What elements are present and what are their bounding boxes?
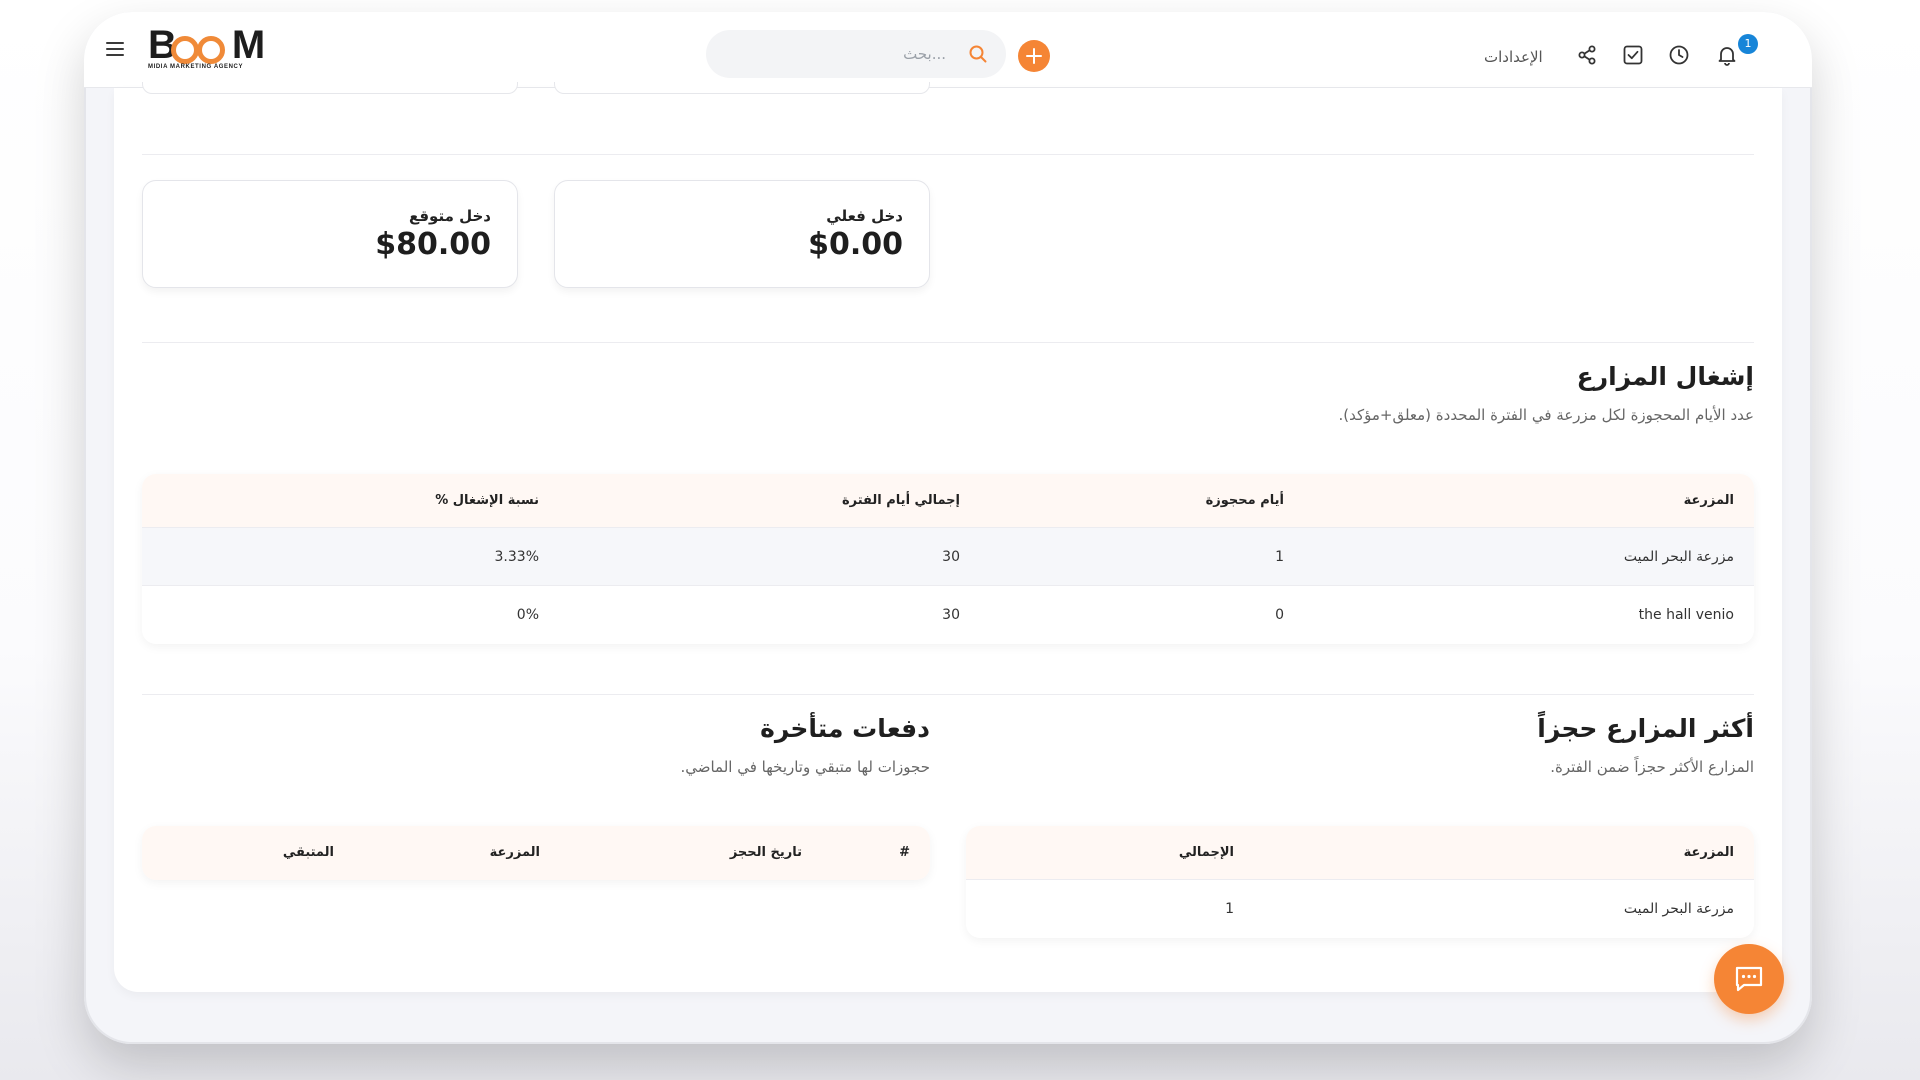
- column-header-farm[interactable]: المزرعة: [1684, 474, 1734, 528]
- occupancy-rate: 0%: [516, 607, 539, 623]
- top-farms-title: أكثر المزارع حجزاً: [1537, 714, 1754, 743]
- occupancy-subtitle: عدد الأيام المحجوزة لكل مزرعة في الفترة …: [1338, 406, 1754, 424]
- notification-count-badge: 1: [1738, 34, 1758, 54]
- expected-income-value: $80.00: [375, 227, 491, 262]
- occupancy-rate: 3.33%: [494, 549, 539, 565]
- occupancy-title: إشغال المزارع: [1576, 362, 1754, 391]
- actual-income-value: $0.00: [808, 227, 903, 262]
- column-header-occupancy-rate[interactable]: نسبة الإشغال %: [435, 474, 539, 528]
- table-row: مزرعة البحر الميت 1: [966, 880, 1754, 938]
- divider: [142, 154, 1754, 155]
- table-header: # تاريخ الحجز المزرعة المتبقي: [142, 826, 930, 880]
- column-header-booking-date[interactable]: تاريخ الحجز: [730, 826, 802, 880]
- table-row: مزرعة البحر الميت 1 30 3.33%: [142, 528, 1754, 586]
- hamburger-menu-icon[interactable]: [106, 42, 124, 56]
- app-window: BM MIDIA MARKETING AGENCY الإعدادات: [84, 12, 1812, 1044]
- share-icon[interactable]: [1576, 44, 1598, 66]
- dashboard-content: دخل متوقع $80.00 دخل فعلي $0.00 إشغال ال…: [114, 82, 1782, 992]
- brand-tagline: MIDIA MARKETING AGENCY: [148, 64, 244, 70]
- top-farms-subtitle: المزارع الأكثر حجزاً ضمن الفترة.: [1550, 758, 1754, 776]
- column-header-index[interactable]: #: [899, 826, 910, 880]
- column-header-farm[interactable]: المزرعة: [1684, 826, 1734, 880]
- late-payments-subtitle: حجوزات لها متبقي وتاريخها في الماضي.: [680, 758, 930, 776]
- brand-logo[interactable]: BM MIDIA MARKETING AGENCY: [148, 22, 278, 72]
- farm-name: the hall venio: [1638, 607, 1734, 623]
- total-days: 30: [942, 607, 960, 623]
- column-header-total[interactable]: الإجمالي: [1179, 826, 1234, 880]
- search-icon[interactable]: [968, 44, 988, 64]
- column-header-remaining[interactable]: المتبقي: [283, 826, 334, 880]
- table-header: المزرعة الإجمالي: [966, 826, 1754, 880]
- divider: [142, 694, 1754, 695]
- late-payments-title: دفعات متأخرة: [760, 714, 930, 743]
- table-row: the hall venio 0 30 0%: [142, 586, 1754, 644]
- actual-income-card: دخل فعلي $0.00: [554, 180, 930, 288]
- task-checkbox-icon[interactable]: [1622, 44, 1644, 66]
- table-header: المزرعة أيام محجوزة إجمالي أيام الفترة ن…: [142, 474, 1754, 528]
- top-farms-table: المزرعة الإجمالي مزرعة البحر الميت 1: [966, 826, 1754, 938]
- occupancy-table: المزرعة أيام محجوزة إجمالي أيام الفترة ن…: [142, 474, 1754, 644]
- column-header-farm[interactable]: المزرعة: [490, 826, 540, 880]
- column-header-booked-days[interactable]: أيام محجوزة: [1206, 474, 1284, 528]
- booked-days: 0: [1275, 607, 1284, 623]
- chat-bubble-icon: [1735, 966, 1763, 992]
- total-days: 30: [942, 549, 960, 565]
- divider: [142, 342, 1754, 343]
- actual-income-label: دخل فعلي: [826, 207, 903, 225]
- stat-card-partial: [142, 82, 518, 94]
- clock-icon[interactable]: [1668, 44, 1690, 66]
- late-payments-table: # تاريخ الحجز المزرعة المتبقي: [142, 826, 930, 880]
- farm-total: 1: [1225, 901, 1234, 917]
- booked-days: 1: [1275, 549, 1284, 565]
- expected-income-label: دخل متوقع: [408, 207, 491, 225]
- expected-income-card: دخل متوقع $80.00: [142, 180, 518, 288]
- settings-link[interactable]: الإعدادات: [1484, 48, 1543, 66]
- top-navbar: BM MIDIA MARKETING AGENCY الإعدادات: [84, 12, 1812, 88]
- column-header-total-days[interactable]: إجمالي أيام الفترة: [842, 474, 960, 528]
- farm-name: مزرعة البحر الميت: [1623, 901, 1734, 917]
- notification-bell-icon[interactable]: [1716, 44, 1738, 66]
- search-input[interactable]: [726, 30, 946, 78]
- stat-card-partial: [554, 82, 930, 94]
- search-box: [706, 30, 1006, 78]
- add-new-button[interactable]: [1018, 40, 1050, 72]
- chat-button[interactable]: [1714, 944, 1784, 1014]
- farm-name: مزرعة البحر الميت: [1623, 549, 1734, 565]
